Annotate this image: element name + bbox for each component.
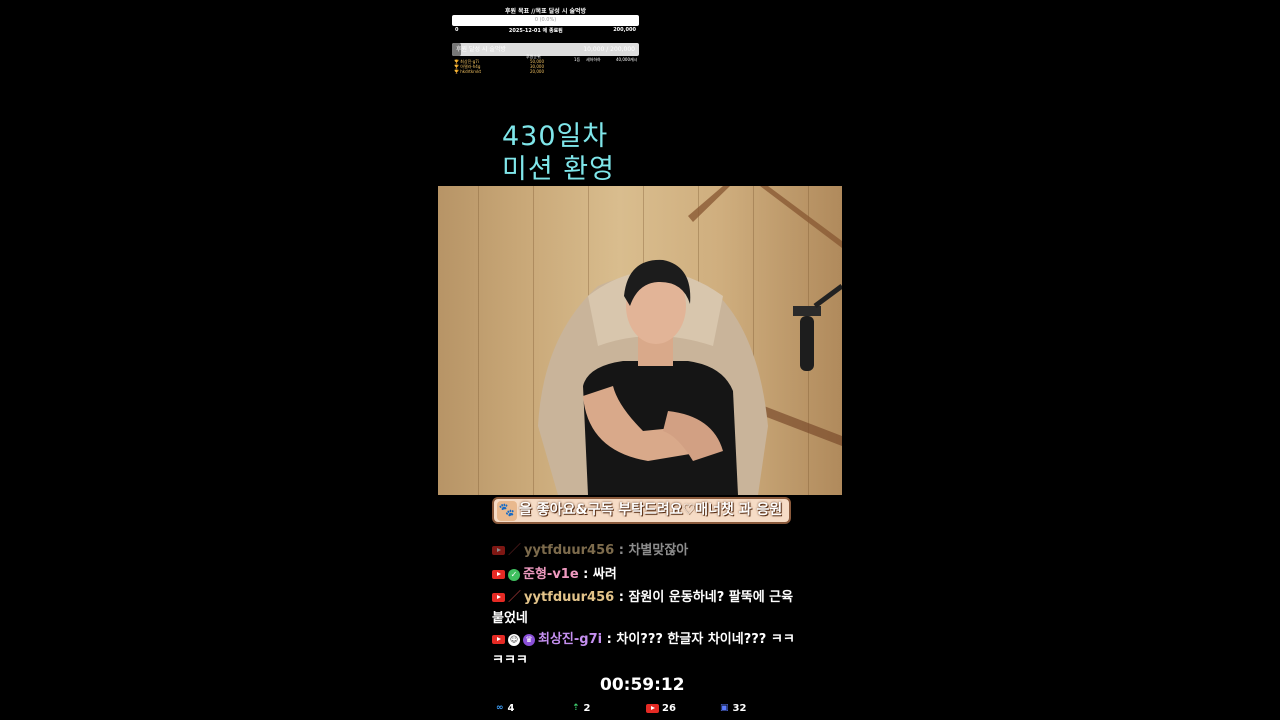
goal-end-date: 2025-12-01 에 종료됨 [508,28,563,34]
moderator-slash-icon: ／ [508,543,522,558]
member-badge-icon: ✓ [508,568,520,581]
youtube-icon [492,593,505,602]
youtube-icon [492,635,505,644]
stat-badge: ▣ 32 [720,703,746,714]
goal-start: 0 [455,27,459,33]
goal-progress-bar: 0 (0.0%) [452,15,639,26]
mission-welcome-text: 미션 환영 [502,154,615,185]
goal-title: 후원 목표 //목표 달성 시 술먹방 [504,8,587,15]
chat-separator: : [602,632,617,647]
youtube-icon [646,703,659,713]
badge-icon: ▣ [720,703,729,713]
goal-secondary-bar: 후원 달성 시 술먹방 10,000 / 200,000 [452,43,639,56]
chat-separator: : [578,567,593,582]
youtube-icon [492,570,505,579]
goal-secondary-amount: 10,000 / 200,000 [583,46,635,53]
person-up-icon: ⇡ [572,703,580,713]
ticker-banner: 🐾 을 좋아요&구독 부탁드려요♡매너챗 과 응원 [492,497,791,524]
chat-text: 차별맞잖아 [628,543,689,558]
chat-separator: : [614,590,629,605]
ticker-text: 을 좋아요&구독 부탁드려요♡매너챗 과 응원 [519,502,783,518]
stat-value: 4 [507,703,515,714]
goal-range-row: 0 2025-12-01 에 종료됨 200,000 [455,27,636,34]
first-rank-name: 세하하하 [586,57,601,62]
chat-username: 준형-v1e [523,567,579,582]
donation-goal-widget: 후원 목표 //목표 달성 시 술먹방 0 (0.0%) 0 2025-12-0… [452,4,639,84]
streamer-figure [538,186,842,495]
moderator-slash-icon: ／ [508,590,522,605]
vip-badge-icon: ♛ [523,633,535,646]
chat-text: 싸려 [592,567,617,582]
chat-message: ☺ ♛ 최상진-g7i : 차이??? 한글자 차이네??? ㅋㅋㅋㅋㅋ [492,629,797,671]
avatar-icon: ☺ [508,633,520,646]
chat-separator: : [614,543,629,558]
chat-message: ／ yytfduur456 : 잠원이 운동하네? 팔뚝에 근육붙었네 [492,587,797,629]
stream-timer: 00:59:12 [600,675,685,695]
chat-message: ／ yytfduur456 : 차별맞잖아 [492,540,797,561]
stat-link: ∞ 4 [496,703,514,714]
first-rank-label: 1등 [574,57,581,62]
chat-username: yytfduur456 [524,543,615,558]
chat-username: 최상진-g7i [538,632,603,647]
goal-target: 200,000 [613,27,636,33]
link-icon: ∞ [496,703,504,713]
first-rank-amount: 40,000캐시 [616,57,638,62]
chat-username: yytfduur456 [524,590,615,605]
rank-row: 🏆 hkdrtkrvkt 20,000 [454,69,544,74]
stat-value: 32 [732,703,747,714]
paw-icon: 🐾 [497,501,517,521]
stat-value: 26 [662,703,676,714]
rank-name: hkdrtkrvkt [460,69,482,74]
youtube-icon [492,546,505,555]
rank-amount: 20,000 [530,69,544,74]
stat-youtube: 26 [646,703,676,714]
chat-message: ✓ 준형-v1e : 싸려 [492,564,797,585]
goal-progress-text: 0 (0.0%) [534,17,557,23]
stat-followers: ⇡ 2 [572,703,591,714]
goal-secondary-label: 후원 달성 시 술먹방 [456,46,506,53]
stat-value: 2 [583,703,591,714]
webcam-video [438,186,842,495]
